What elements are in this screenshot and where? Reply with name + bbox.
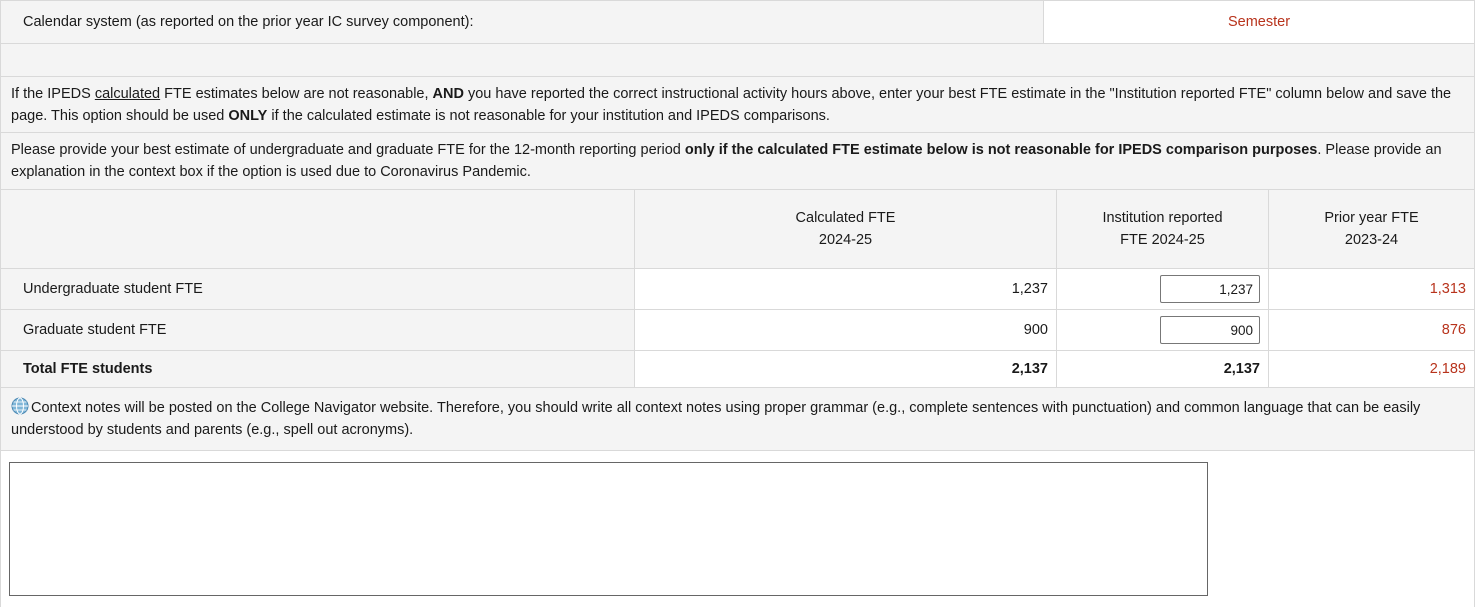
row-label-total: Total FTE students xyxy=(0,350,635,388)
total-reported-fte: 2,137 xyxy=(1056,350,1269,388)
p1-calculated-underlined: calculated xyxy=(94,85,161,102)
header-reported-line2: FTE 2024-25 xyxy=(1120,232,1205,248)
p2-text-a: Please provide your best estimate of und… xyxy=(11,142,685,158)
header-calculated-line1: Calculated FTE xyxy=(795,210,896,226)
p1-text-a: If the IPEDS xyxy=(11,85,95,102)
header-blank-cell xyxy=(0,189,635,269)
total-calculated-fte: 2,137 xyxy=(634,350,1057,388)
p1-text-b: FTE estimates below are not reasonable, xyxy=(160,85,433,102)
header-calculated-fte: Calculated FTE 2024-25 xyxy=(634,189,1057,269)
row-label-graduate: Graduate student FTE xyxy=(0,309,635,351)
graduate-reported-fte-input[interactable] xyxy=(1160,316,1260,344)
instruction-row-2: Please provide your best estimate of und… xyxy=(0,132,1475,190)
table-total-row: Total FTE students 2,137 2,137 2,189 xyxy=(0,350,1475,388)
p2-bold-text: only if the calculated FTE estimate belo… xyxy=(684,142,1318,158)
table-row: Undergraduate student FTE 1,237 1,313 xyxy=(0,268,1475,310)
undergraduate-prior-fte: 1,313 xyxy=(1268,268,1475,310)
fte-form: Calendar system (as reported on the prio… xyxy=(0,0,1475,607)
graduate-reported-cell xyxy=(1056,309,1269,351)
undergraduate-reported-fte-input[interactable] xyxy=(1160,275,1260,303)
header-calculated-line2: 2024-25 xyxy=(818,232,873,248)
context-note-row: Context notes will be posted on the Coll… xyxy=(0,387,1475,451)
graduate-prior-fte: 876 xyxy=(1268,309,1475,351)
context-note-text: Context notes will be posted on the Coll… xyxy=(11,400,1421,438)
fte-table-header: Calculated FTE 2024-25 Institution repor… xyxy=(0,189,1475,269)
row-label-undergraduate: Undergraduate student FTE xyxy=(0,268,635,310)
header-prior-year-fte: Prior year FTE 2023-24 xyxy=(1268,189,1475,269)
graduate-calculated-fte: 900 xyxy=(634,309,1057,351)
header-institution-reported-fte: Institution reported FTE 2024-25 xyxy=(1056,189,1269,269)
globe-icon xyxy=(11,397,29,415)
calendar-row: Calendar system (as reported on the prio… xyxy=(0,0,1475,44)
calendar-label: Calendar system (as reported on the prio… xyxy=(0,0,1044,44)
spacer-cell xyxy=(0,43,1475,77)
instruction-row-1: If the IPEDS calculated FTE estimates be… xyxy=(0,76,1475,133)
instruction-paragraph-1: If the IPEDS calculated FTE estimates be… xyxy=(0,76,1475,133)
spacer-row xyxy=(0,43,1475,77)
instruction-paragraph-2: Please provide your best estimate of und… xyxy=(0,132,1475,190)
context-notes-textarea[interactable] xyxy=(9,462,1208,596)
header-prior-line2: 2023-24 xyxy=(1344,232,1399,248)
context-note-cell: Context notes will be posted on the Coll… xyxy=(0,387,1475,451)
total-prior-fte: 2,189 xyxy=(1268,350,1475,388)
p1-text-d: if the calculated estimate is not reason… xyxy=(267,107,830,124)
table-row: Graduate student FTE 900 876 xyxy=(0,309,1475,351)
header-prior-line1: Prior year FTE xyxy=(1324,210,1419,226)
header-reported-line1: Institution reported xyxy=(1102,210,1223,226)
undergraduate-reported-cell xyxy=(1056,268,1269,310)
p1-only-bold: ONLY xyxy=(228,107,268,124)
calendar-value: Semester xyxy=(1043,0,1475,44)
undergraduate-calculated-fte: 1,237 xyxy=(634,268,1057,310)
p1-and-bold: AND xyxy=(432,85,464,102)
